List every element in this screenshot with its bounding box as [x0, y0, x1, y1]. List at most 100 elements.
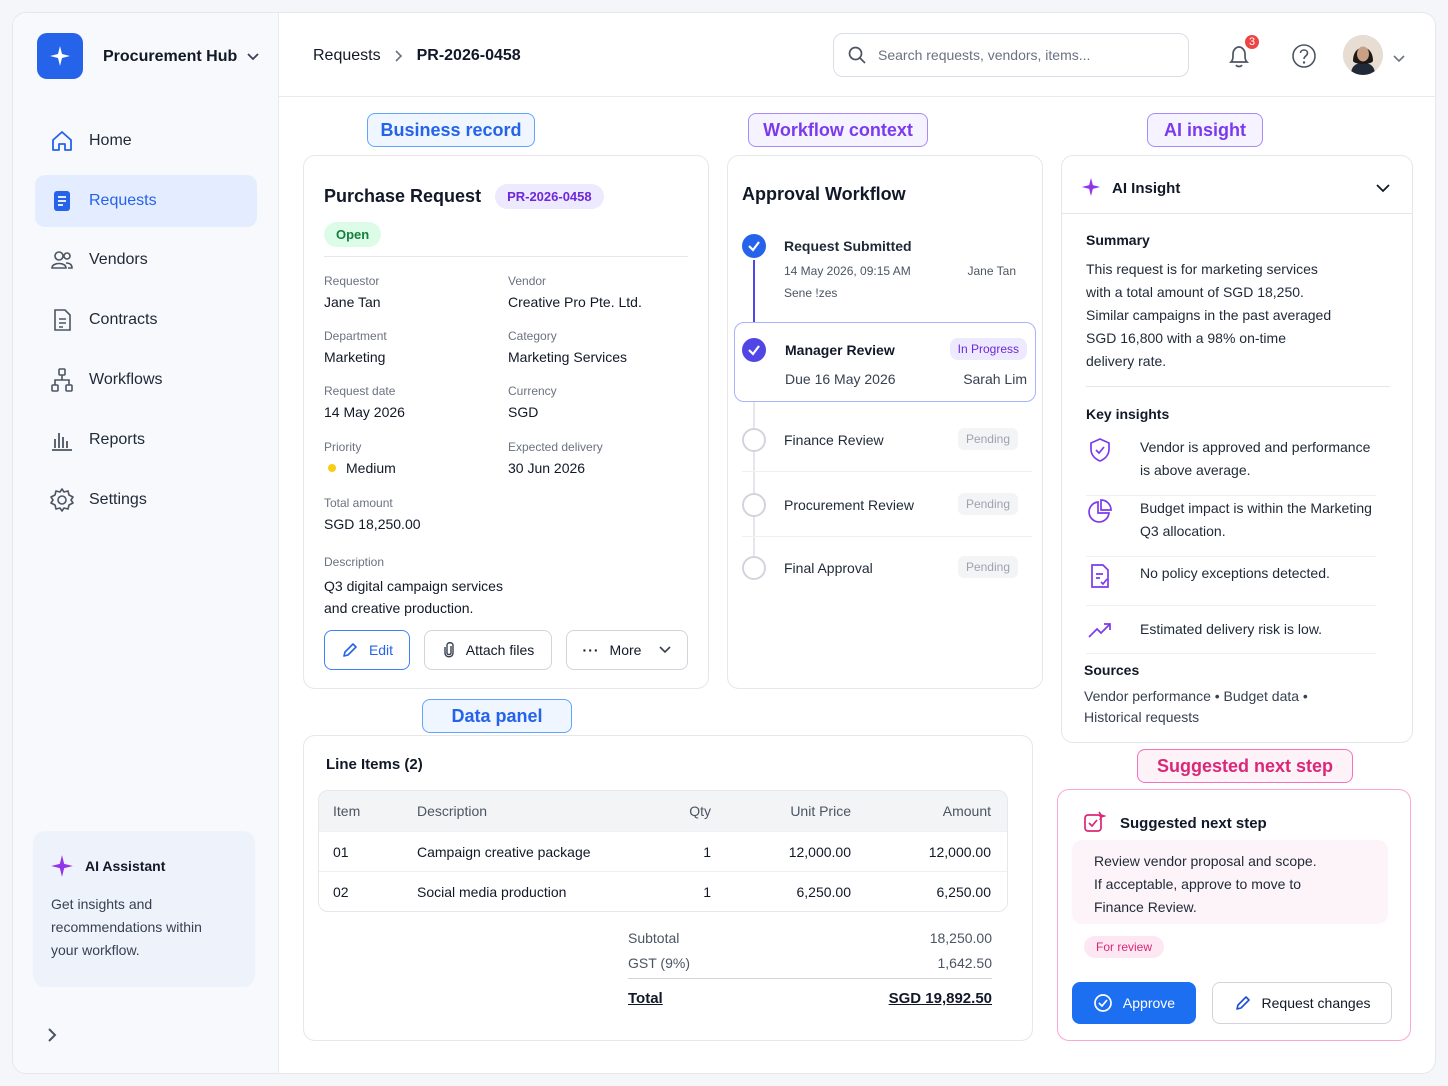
summary-line: Similar campaigns in the past averaged: [1086, 307, 1332, 323]
approve-button[interactable]: Approve: [1072, 982, 1196, 1024]
breadcrumb-parent[interactable]: Requests: [313, 47, 381, 65]
home-icon: [52, 131, 72, 151]
button-label: Attach files: [465, 642, 535, 658]
suggested-next-step-card: Suggested next step Review vendor propos…: [1057, 789, 1411, 1041]
tag-ai-insight: AI insight: [1147, 113, 1263, 147]
table-cell: 02: [333, 883, 349, 900]
field-label: Request date: [324, 384, 396, 398]
users-icon: [51, 251, 73, 269]
step-name: Finance Review: [784, 432, 884, 448]
table-row[interactable]: 02 Social media production 1 6,250.00 6,…: [319, 871, 1007, 911]
app-switcher[interactable]: Procurement Hub: [103, 48, 259, 66]
chevron-down-icon: [1393, 55, 1405, 63]
more-dots-icon: ···: [582, 642, 600, 658]
nav-requests[interactable]: Requests: [35, 175, 257, 227]
check-circle-icon: [742, 234, 766, 258]
request-changes-button[interactable]: Request changes: [1212, 982, 1392, 1024]
avatar[interactable]: [1343, 35, 1383, 75]
sidebar: Procurement Hub Home Requests Vendors Co…: [13, 13, 279, 1073]
step-note: Sene !zes: [784, 286, 838, 300]
search-input[interactable]: Search requests, vendors, items...: [833, 33, 1189, 77]
nav-label: Settings: [89, 491, 147, 508]
search-placeholder: Search requests, vendors, items...: [878, 47, 1091, 63]
edit-button[interactable]: Edit: [324, 630, 410, 670]
next-step-line: If acceptable, approve to move to: [1094, 876, 1302, 892]
sidebar-collapse-button[interactable]: [47, 1027, 57, 1048]
empty-circle-icon: [742, 556, 766, 580]
app-logo[interactable]: [37, 33, 83, 79]
attach-files-button[interactable]: Attach files: [424, 630, 552, 670]
document-icon: [54, 191, 70, 211]
status-badge: Pending: [957, 556, 1018, 578]
paperclip-icon: [444, 642, 454, 658]
column-header: Unit Price: [790, 803, 851, 819]
nav-contracts[interactable]: Contracts: [35, 294, 257, 346]
ai-insight-card: AI Insight Summary This request is for m…: [1061, 155, 1413, 743]
brand-name: Procurement Hub: [103, 48, 238, 65]
more-actions-button[interactable]: ··· More: [566, 630, 688, 670]
field-requestor: Requestor Jane Tan: [324, 274, 381, 310]
table-row[interactable]: 01 Campaign creative package 1 12,000.00…: [319, 831, 1007, 871]
card-title: Suggested next step: [1120, 815, 1267, 832]
tag-suggested-next-step: Suggested next step: [1137, 749, 1353, 783]
help-icon: [1292, 44, 1316, 68]
breadcrumb-current: PR-2026-0458: [416, 47, 521, 64]
table-cell: 6,250.00: [936, 883, 992, 900]
workflow-step-procurement-review[interactable]: Procurement Review Pending: [742, 493, 1032, 537]
nav-label: Requests: [89, 192, 157, 209]
notification-count-badge: 3: [1243, 33, 1261, 51]
ai-assistant-card[interactable]: AI Assistant Get insights and recommenda…: [33, 831, 255, 987]
contract-icon: [54, 309, 71, 331]
column-header: Qty: [689, 803, 711, 819]
subtotal-value: 18,250.00: [929, 930, 992, 946]
divider: [628, 978, 992, 979]
tag-label: Workflow context: [763, 119, 913, 140]
profile-menu-button[interactable]: [1393, 50, 1405, 68]
divider: [1086, 386, 1390, 387]
trend-up-icon: [1088, 622, 1111, 638]
field-currency: Currency SGD: [508, 384, 557, 420]
status-badge: Open: [324, 222, 382, 247]
nav-workflows[interactable]: Workflows: [35, 354, 257, 406]
workflow-step-submitted[interactable]: Request Submitted 14 May 2026, 09:15 AM …: [742, 234, 1032, 304]
nav-label: Reports: [89, 431, 146, 448]
summary-text: This request is for marketing services w…: [1086, 258, 1331, 373]
step-person: Jane Tan: [967, 264, 1017, 278]
nav-home[interactable]: Home: [35, 115, 257, 167]
empty-circle-icon: [742, 428, 766, 452]
table-header: Item Description Qty Unit Price Amount: [319, 791, 1007, 831]
workflow-step-manager-review[interactable]: Manager Review In Progress Due 16 May 20…: [734, 322, 1036, 402]
field-value: Medium: [346, 460, 396, 476]
field-vendor: Vendor Creative Pro Pte. Ltd.: [508, 274, 642, 310]
ai-assistant-text: Get insights and recommendations within …: [51, 896, 202, 958]
chevron-right-icon: [48, 1028, 57, 1042]
nav-label: Workflows: [89, 371, 163, 388]
chevron-down-icon: [247, 53, 259, 61]
summary-line: This request is for marketing services: [1086, 261, 1318, 277]
workflow-step-finance-review[interactable]: Finance Review Pending: [742, 428, 1032, 472]
help-button[interactable]: [1291, 43, 1317, 74]
field-value: and creative production.: [324, 600, 474, 616]
summary-line: with a total amount of SGD 18,250.: [1086, 284, 1304, 300]
ai-insight-header[interactable]: AI Insight: [1062, 156, 1412, 214]
nav-reports[interactable]: Reports: [35, 414, 257, 466]
field-label: Description: [324, 555, 385, 569]
search-icon: [848, 46, 866, 64]
workflow-step-final-approval[interactable]: Final Approval Pending: [742, 556, 1032, 600]
sources-line: Vendor performance • Budget data •: [1084, 688, 1308, 704]
pie-chart-icon: [1088, 499, 1112, 523]
table-cell: 12,000.00: [928, 843, 991, 860]
pencil-icon: [1235, 996, 1250, 1010]
nav-settings[interactable]: Settings: [35, 474, 257, 526]
bar-chart-icon: [52, 433, 72, 451]
table-cell: 12,000.00: [788, 843, 851, 860]
nav-label: Vendors: [89, 251, 148, 268]
field-label: Currency: [508, 384, 557, 398]
nav-vendors[interactable]: Vendors: [35, 234, 257, 286]
total-label: Total: [628, 990, 663, 1007]
status-badge: Pending: [957, 428, 1018, 450]
tag-label: Business record: [380, 119, 522, 140]
sparkle-icon: [1081, 177, 1101, 197]
step-name: Final Approval: [784, 560, 873, 576]
field-total-amount: Total amount SGD 18,250.00: [324, 496, 421, 532]
